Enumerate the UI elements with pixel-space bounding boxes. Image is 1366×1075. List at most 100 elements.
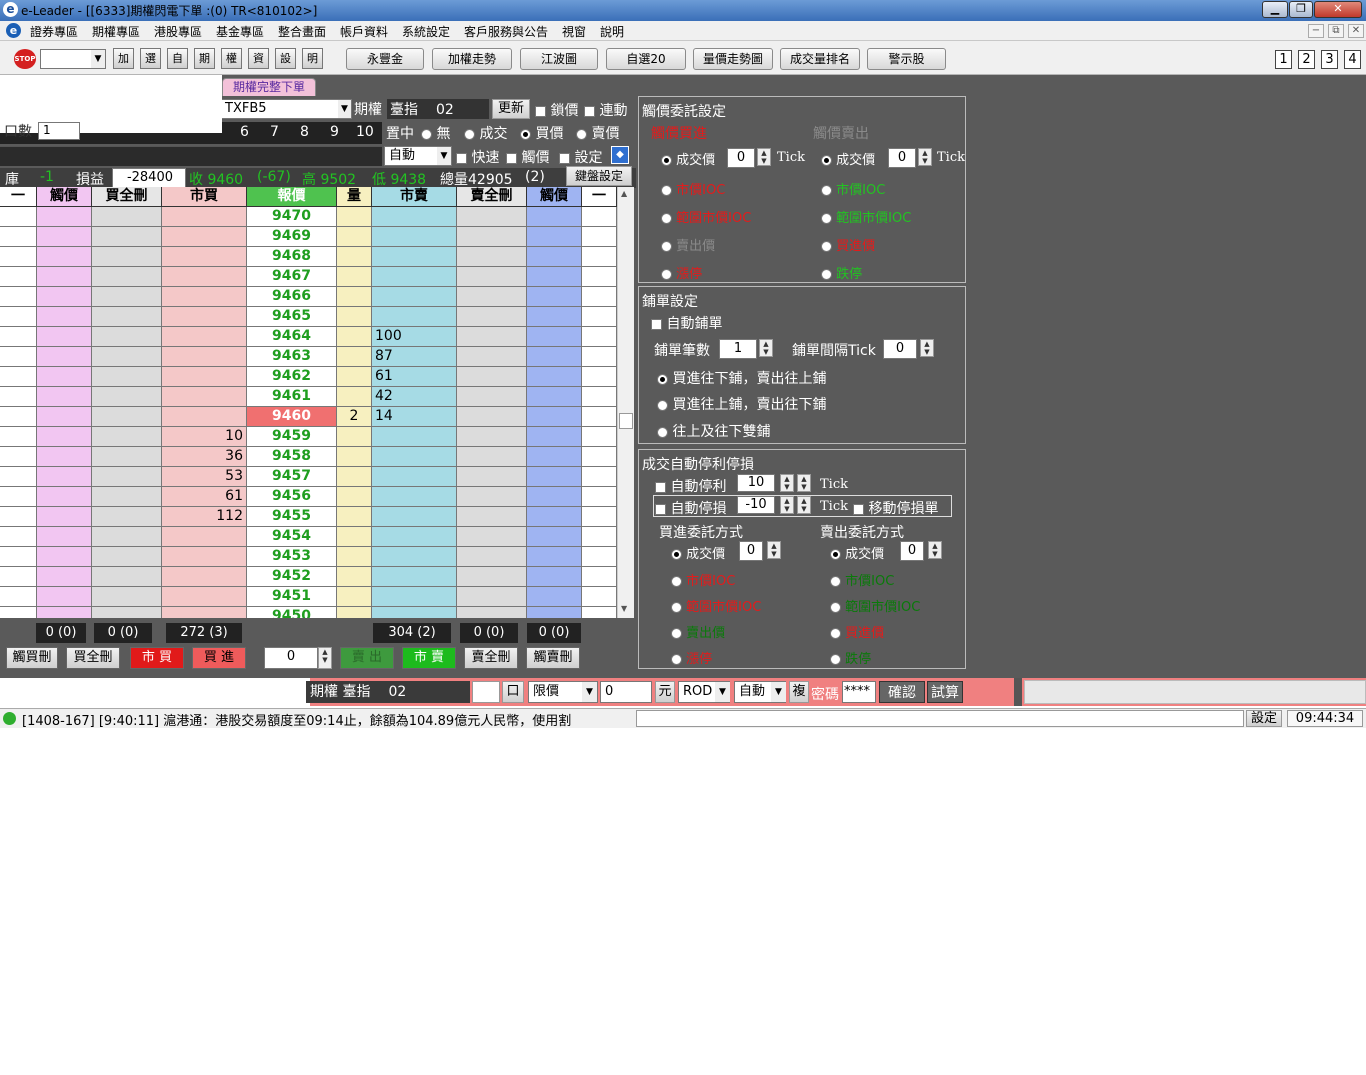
sell-del-cell[interactable] xyxy=(457,407,527,427)
trigger-buy-cell[interactable] xyxy=(37,587,92,607)
trigger-buy-cell[interactable] xyxy=(37,427,92,447)
market-sell-button[interactable]: 市 賣 xyxy=(402,647,456,669)
trigger-sell-cell[interactable] xyxy=(527,287,582,307)
market-buy-button[interactable]: 市 買 xyxy=(130,647,184,669)
stop-sell-spinner[interactable]: ▲ ▼ xyxy=(928,541,942,559)
right-cell[interactable] xyxy=(582,227,617,247)
buy-del-cell[interactable] xyxy=(92,227,162,247)
trigger-sell-cell[interactable] xyxy=(527,567,582,587)
hotkey-setting-button[interactable]: 鍵盤設定 xyxy=(566,166,632,186)
trigger-sell-cell[interactable] xyxy=(527,467,582,487)
volume-cell[interactable] xyxy=(337,447,372,467)
trigger-buy-cell[interactable] xyxy=(37,527,92,547)
radio-trigger-sell-3[interactable] xyxy=(821,241,832,252)
ladder-gap-input[interactable]: 0 xyxy=(883,339,917,359)
buy-del-cell[interactable] xyxy=(92,587,162,607)
trigger-sell-cell[interactable] xyxy=(527,267,582,287)
tab-full-order[interactable]: 期權完整下單 xyxy=(222,78,316,96)
right-cell[interactable] xyxy=(582,587,617,607)
screen-1-button[interactable]: 1 xyxy=(1275,50,1292,69)
qty-9[interactable]: 9 xyxy=(330,124,339,140)
menu-hk-stock[interactable]: 港股專區 xyxy=(154,23,202,40)
sell-del-cell[interactable] xyxy=(457,507,527,527)
sell-out-button[interactable]: 賣 出 xyxy=(340,647,394,669)
buy-del-cell[interactable] xyxy=(92,487,162,507)
password-input[interactable]: **** xyxy=(842,681,876,703)
book-icon[interactable]: ◆ xyxy=(611,146,629,164)
kongpo-chart-button[interactable]: 江波圖 xyxy=(520,48,598,70)
ladder-count-input[interactable]: 1 xyxy=(719,339,757,359)
volume-rank-button[interactable]: 成交量排名 xyxy=(780,48,860,70)
left-cell[interactable] xyxy=(0,567,37,587)
right-cell[interactable] xyxy=(582,507,617,527)
sell-del-cell[interactable] xyxy=(457,487,527,507)
trigger-sell-cell[interactable] xyxy=(527,227,582,247)
right-cell[interactable] xyxy=(582,487,617,507)
buy-del-cell[interactable] xyxy=(92,207,162,227)
center-none[interactable]: 無 xyxy=(421,123,450,143)
chevron-down-icon[interactable]: ▼ xyxy=(437,147,451,165)
radio-stop-buy-3[interactable] xyxy=(671,628,682,639)
market-buy-cell[interactable] xyxy=(162,407,247,427)
right-cell[interactable] xyxy=(582,327,617,347)
sell-del-cell[interactable] xyxy=(457,227,527,247)
trigger-sell-fill-option[interactable]: 成交價 xyxy=(821,149,875,168)
market-buy-cell[interactable]: 61 xyxy=(162,487,247,507)
market-sell-cell[interactable]: 100 xyxy=(372,327,457,347)
market-sell-cell[interactable] xyxy=(372,207,457,227)
trigger-sell-cell[interactable] xyxy=(527,607,582,618)
stop-loss-toggle[interactable]: 自動停損 xyxy=(655,498,726,518)
right-cell[interactable] xyxy=(582,367,617,387)
app-menu-icon[interactable]: e xyxy=(6,23,21,38)
confirm-button[interactable]: 確認 xyxy=(879,681,925,703)
market-sell-cell[interactable] xyxy=(372,507,457,527)
volume-price-button[interactable]: 量價走勢圖 xyxy=(693,48,773,70)
left-cell[interactable] xyxy=(0,467,37,487)
left-cell[interactable] xyxy=(0,607,37,618)
market-buy-cell[interactable] xyxy=(162,547,247,567)
buy-del-cell[interactable] xyxy=(92,247,162,267)
buy-del-cell[interactable] xyxy=(92,287,162,307)
trigger-sell-cell[interactable] xyxy=(527,527,582,547)
auto-ladder-checkbox[interactable] xyxy=(651,318,662,330)
trigger-buy-spinner[interactable]: ▲ ▼ xyxy=(757,148,771,166)
trigger-sell-opt-4[interactable]: 跌停 xyxy=(821,263,862,282)
volume-cell[interactable] xyxy=(337,367,372,387)
price-cell[interactable]: 9468 xyxy=(247,247,337,267)
trigger-sell-cell[interactable] xyxy=(527,387,582,407)
trigger-buy-cell[interactable] xyxy=(37,467,92,487)
sell-del-cell[interactable] xyxy=(457,307,527,327)
minimize-button[interactable]: ▁ xyxy=(1262,1,1288,18)
trigger-buy-cell[interactable] xyxy=(37,367,92,387)
stop-sell-fill-option[interactable]: 成交價 xyxy=(830,543,884,562)
market-sell-cell[interactable] xyxy=(372,547,457,567)
left-cell[interactable] xyxy=(0,227,37,247)
stop-sell-opt-3[interactable]: 買進價 xyxy=(830,622,884,641)
left-cell[interactable] xyxy=(0,487,37,507)
trigger-buy-cell[interactable] xyxy=(37,247,92,267)
right-cell[interactable] xyxy=(582,267,617,287)
radio-stop-buy-2[interactable] xyxy=(671,602,682,613)
radio-stop-sell-4[interactable] xyxy=(830,654,841,665)
buy-del-cell[interactable] xyxy=(92,327,162,347)
menu-fund[interactable]: 基金專區 xyxy=(216,23,264,40)
stop-sell-opt-4[interactable]: 跌停 xyxy=(830,648,871,667)
radio-trigger-sell-1[interactable] xyxy=(821,185,832,196)
radio-ask[interactable] xyxy=(576,128,587,140)
col-header-buy-all-del[interactable]: 買全刪 xyxy=(92,187,162,207)
trigger-sell-cell[interactable] xyxy=(527,547,582,567)
market-buy-cell[interactable]: 53 xyxy=(162,467,247,487)
radio-trigger-buy-fill[interactable] xyxy=(661,155,672,166)
ladder-opt-3[interactable]: 往上及往下雙鋪 xyxy=(657,421,770,441)
radio-stop-buy-4[interactable] xyxy=(671,654,682,665)
futures-icon[interactable]: 期 xyxy=(194,48,215,69)
stop-sell-tick-input[interactable]: 0 xyxy=(900,541,924,561)
buy-del-cell[interactable] xyxy=(92,367,162,387)
price-cell[interactable]: 9466 xyxy=(247,287,337,307)
stop-loss-checkbox[interactable] xyxy=(655,503,666,515)
volume-cell[interactable] xyxy=(337,387,372,407)
volume-cell[interactable] xyxy=(337,507,372,527)
volume-cell[interactable] xyxy=(337,287,372,307)
qty-input[interactable]: 1 xyxy=(38,122,80,140)
radio-trigger-buy-1[interactable] xyxy=(661,185,672,196)
